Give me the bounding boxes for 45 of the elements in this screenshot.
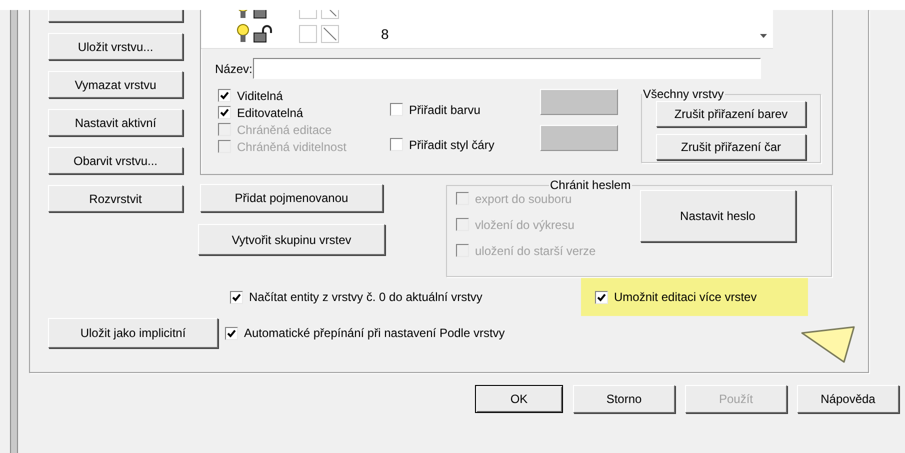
checkbox-label: uložení do starší verze: [475, 244, 596, 258]
layer-group-button[interactable]: Vytvořit skupinu vrstev: [198, 224, 385, 255]
checkbox-label: Načítat entity z vrstvy č. 0 do aktuální vrstvy: [249, 290, 482, 304]
checkbox-label: export do souboru: [475, 192, 572, 206]
layer-button[interactable]: Uložit vrstvu...: [48, 33, 183, 60]
checkbox[interactable]: [390, 138, 403, 151]
clear-button[interactable]: Zrušit přiřazení barev: [656, 101, 806, 127]
layer-button[interactable]: Nastavit aktivní: [48, 109, 183, 136]
group-title: Chránit heslem: [549, 178, 632, 192]
color-swatch[interactable]: [299, 25, 317, 43]
checkbox-label: Přiřadit barvu: [409, 102, 480, 116]
layer-button[interactable]: Rozvrstvit: [48, 185, 183, 212]
checkbox-label: Chráněná viditelnost: [237, 140, 346, 154]
checkbox-label: Umožnit editaci více vrstev: [614, 290, 757, 304]
checkbox-label: Editovatelná: [237, 106, 304, 120]
layer-group-button[interactable]: Přidat pojmenovanou: [200, 184, 383, 212]
checkbox-label: vložení do výkresu: [475, 218, 574, 232]
field-label: Název:: [215, 62, 252, 76]
checkbox[interactable]: [390, 103, 403, 116]
dialog-button[interactable]: Storno: [573, 385, 675, 413]
checkbox[interactable]: [595, 290, 608, 304]
layer-list[interactable]: 8: [201, 10, 773, 49]
checkbox[interactable]: [218, 89, 231, 102]
linestyle-swatch[interactable]: [540, 125, 618, 151]
light-bulb-icon[interactable]: [237, 24, 249, 44]
checkbox-label: Automatické přepínání při nastavení Podle vrstvy: [244, 326, 505, 340]
layer-button[interactable]: Vymazat vrstvu: [48, 71, 183, 98]
checkbox-label: Viditelná: [237, 88, 283, 102]
checkbox[interactable]: [225, 326, 238, 340]
save-default-button[interactable]: Uložit jako implicitní: [48, 318, 218, 348]
dropdown-arrow-icon[interactable]: [760, 34, 767, 38]
dialog-button[interactable]: OK: [475, 385, 563, 413]
checkbox-label: Přiřadit styl čáry: [409, 138, 494, 152]
name-field[interactable]: [253, 58, 762, 79]
set-password-button[interactable]: Nastavit heslo: [640, 190, 796, 242]
padlock-icon[interactable]: [253, 25, 273, 43]
layer-button[interactable]: Obarvit vrstvu...: [48, 147, 183, 174]
group-title: Všechny vrstvy: [642, 87, 725, 101]
checkbox[interactable]: [230, 290, 243, 304]
linestyle-icon[interactable]: [321, 25, 339, 43]
dialog-button[interactable]: Nápověda: [797, 385, 899, 413]
checkbox[interactable]: [218, 106, 231, 119]
layer-number: 8: [381, 26, 389, 42]
checkbox-label: Chráněná editace: [237, 122, 332, 136]
clear-button[interactable]: Zrušit přiřazení čar: [656, 134, 806, 160]
